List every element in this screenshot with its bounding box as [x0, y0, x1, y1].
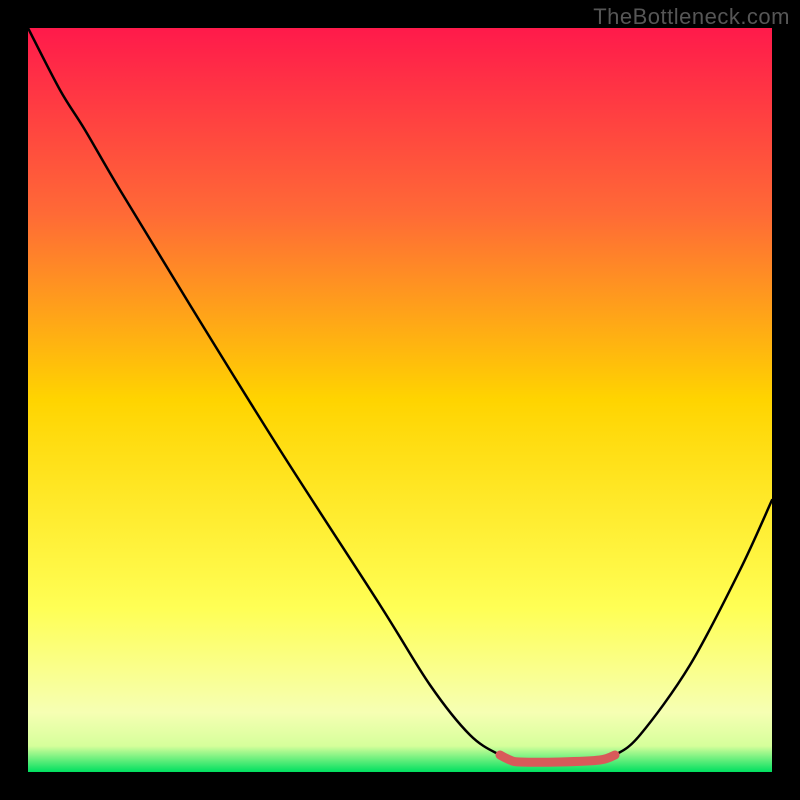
chart-frame: { "watermark": "TheBottleneck.com", "cha…	[0, 0, 800, 800]
gradient-background	[28, 28, 772, 772]
bottleneck-chart	[0, 0, 800, 800]
attribution-watermark: TheBottleneck.com	[593, 4, 790, 30]
